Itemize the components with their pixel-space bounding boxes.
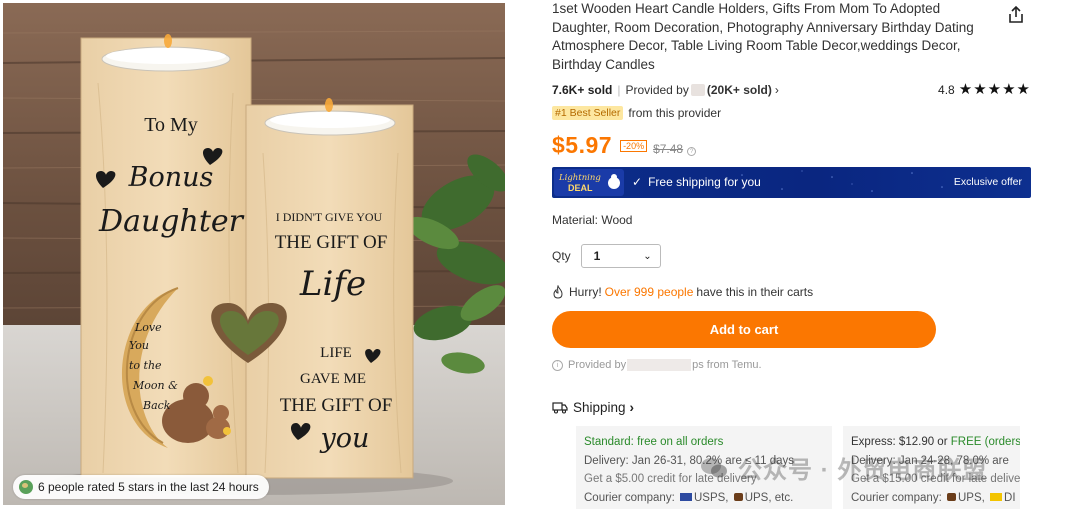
- material-spec: Material: Wood: [552, 213, 633, 227]
- rating-stars: ★ ★ ★ ★ ★: [958, 81, 1030, 98]
- star-icon: ★: [1002, 81, 1016, 98]
- provided-suffix: ps from Temu.: [692, 359, 762, 371]
- info-circle-icon: i: [552, 359, 563, 371]
- moon-text-moon: Moon &: [132, 379, 178, 392]
- provided-by-label: Provided by: [625, 83, 689, 97]
- qty-value: 1: [593, 249, 601, 263]
- star-icon: ★: [1016, 81, 1030, 98]
- image-text-daughter: Daughter: [98, 204, 245, 239]
- info-icon[interactable]: ?: [687, 147, 697, 156]
- best-seller-row: #1 Best Seller from this provider: [552, 105, 721, 121]
- chevron-right-icon[interactable]: ›: [775, 83, 779, 97]
- image-text-life-caps: LIFE: [320, 345, 352, 361]
- product-image[interactable]: To My Bonus Daughter Love You to the Moo…: [3, 3, 505, 505]
- standard-shipping-card[interactable]: Standard: free on all orders Delivery: J…: [576, 426, 832, 509]
- ups-logo-icon: [733, 493, 743, 502]
- hurry-emphasis: Over 999 people: [604, 285, 694, 299]
- image-text-gift-of-1: THE GIFT OF: [275, 232, 388, 253]
- hurry-prefix: Hurry!: [569, 285, 602, 299]
- moon-text-you: You: [129, 339, 149, 352]
- dhl-logo-icon: [990, 493, 1003, 502]
- price-row: $5.97 -20% $7.48 ?: [552, 132, 697, 160]
- provided-prefix: Provided by: [568, 359, 627, 371]
- express-credit: Get a $15.00 credit for late delivery: [851, 473, 1020, 485]
- star-icon: ★: [973, 81, 987, 98]
- standard-delivery: Delivery: Jan 26-31, 80.2% are ≤ 11 days: [584, 454, 795, 467]
- provider-name-blurred: [627, 359, 692, 371]
- share-icon[interactable]: [1006, 5, 1026, 25]
- qty-label: Qty: [552, 249, 571, 263]
- express-courier: Courier company: UPS, DI: [851, 491, 1016, 504]
- sold-count: 7.6K+ sold: [552, 83, 613, 97]
- usps-logo-icon: [679, 493, 692, 502]
- chevron-down-icon: ⌄: [643, 250, 652, 262]
- image-text-gave-me: GAVE ME: [300, 371, 366, 387]
- product-title: 1set Wooden Heart Candle Holders, Gifts …: [552, 1, 974, 72]
- shipping-heading-label: Shipping: [573, 400, 626, 415]
- express-delivery: Delivery: Jan 24-28, 78.0% are: [851, 454, 1009, 467]
- image-text-bonus: Bonus: [128, 162, 214, 193]
- standard-courier: Courier company: USPS, UPS, etc.: [584, 491, 794, 504]
- flame-icon: [553, 285, 563, 299]
- ups-logo-icon: [946, 493, 956, 502]
- shipping-heading[interactable]: Shipping ›: [552, 400, 634, 415]
- divider: |: [617, 83, 621, 97]
- best-seller-badge: #1 Best Seller: [552, 106, 624, 120]
- provided-by-temu: i Provided by ps from Temu.: [552, 359, 762, 371]
- rating-value: 4.8: [938, 83, 955, 97]
- chevron-right-icon: ›: [629, 400, 635, 415]
- quantity-select[interactable]: 1 ⌄: [580, 244, 661, 268]
- moon-text-to-the: to the: [129, 359, 162, 372]
- lightning-deal-banner[interactable]: Lightning DEAL ✓ Free shipping for you E…: [552, 167, 1031, 198]
- current-price: $5.97: [552, 132, 613, 158]
- exclusive-offer-label: Exclusive offer: [953, 176, 1022, 188]
- rating-pill: 6 people rated 5 stars in the last 24 ho…: [13, 475, 269, 499]
- check-icon: ✓: [632, 175, 643, 189]
- globe-icon: [19, 480, 33, 494]
- hurry-suffix: have this in their carts: [696, 285, 814, 299]
- image-text-i-didnt: I DIDN'T GIVE YOU: [276, 210, 383, 224]
- free-shipping-label: ✓ Free shipping for you: [632, 175, 761, 189]
- provider-sold-count[interactable]: (20K+ sold): [707, 83, 772, 97]
- best-seller-suffix: from this provider: [628, 106, 722, 120]
- rating-summary[interactable]: 4.8 ★ ★ ★ ★ ★: [938, 81, 1030, 98]
- original-price: $7.48: [653, 142, 684, 156]
- express-title: Express: $12.90 or FREE (orders: [851, 436, 1020, 448]
- svg-text:DEAL: DEAL: [568, 183, 593, 193]
- image-text-to-my: To My: [144, 114, 198, 136]
- sold-row: 7.6K+ sold | Provided by (20K+ sold) › 4…: [552, 82, 1030, 98]
- star-icon: ★: [987, 81, 1002, 98]
- svg-text:Lightning: Lightning: [558, 173, 601, 183]
- standard-title: Standard: free on all orders: [584, 436, 724, 448]
- rating-pill-text: 6 people rated 5 stars in the last 24 ho…: [38, 480, 259, 494]
- star-icon: ★: [958, 81, 973, 98]
- quantity-row: Qty 1 ⌄: [552, 244, 661, 268]
- truck-icon: [552, 402, 568, 414]
- express-shipping-card[interactable]: Express: $12.90 or FREE (orders Delivery…: [843, 426, 1020, 509]
- product-photo: To My Bonus Daughter Love You to the Moo…: [3, 3, 505, 505]
- image-text-gift-of-2: THE GIFT OF: [280, 395, 393, 416]
- provider-avatar: [690, 84, 705, 96]
- image-text-life: Life: [299, 264, 366, 304]
- standard-credit: Get a $5.00 credit for late delivery: [584, 473, 757, 485]
- lightning-deal-logo: Lightning DEAL: [554, 169, 624, 196]
- hurry-notice: Hurry! Over 999 people have this in thei…: [552, 285, 813, 299]
- moon-text-back: Back: [142, 399, 171, 412]
- discount-badge: -20%: [620, 140, 648, 152]
- add-to-cart-button[interactable]: Add to cart: [552, 311, 936, 348]
- image-text-you: you: [320, 423, 370, 454]
- moon-text-love: Love: [134, 321, 162, 334]
